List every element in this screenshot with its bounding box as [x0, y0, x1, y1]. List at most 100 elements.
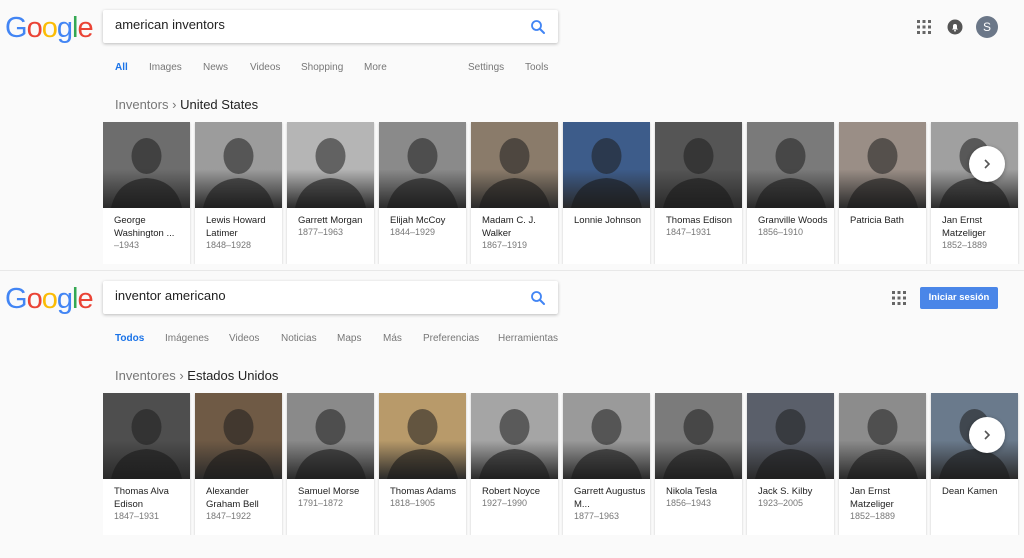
search-icon[interactable] [530, 290, 546, 306]
inventor-card[interactable]: George Washington ... –1943 [103, 122, 190, 264]
search-box[interactable] [103, 281, 558, 314]
inventor-card[interactable]: Elijah McCoy 1844–1929 [379, 122, 466, 264]
portrait-silhouette-icon [479, 138, 550, 208]
inventor-photo [287, 393, 374, 479]
inventor-photo [195, 393, 282, 479]
inventor-card[interactable]: Lonnie Johnson [563, 122, 650, 264]
breadcrumb-parent[interactable]: Inventores [115, 368, 176, 383]
tab-all[interactable]: Todos [115, 333, 144, 344]
portrait-silhouette-icon [847, 409, 918, 479]
signin-button[interactable]: Iniciar sesión [920, 287, 998, 309]
inventor-years: 1856–1943 [666, 498, 712, 508]
inventor-card[interactable]: Madam C. J. Walker 1867–1919 [471, 122, 558, 264]
carousel-next-button[interactable] [969, 146, 1005, 182]
inventor-name: Elijah McCoy [390, 215, 446, 226]
inventor-card[interactable]: Garrett Morgan 1877–1963 [287, 122, 374, 264]
inventor-years: 1848–1928 [206, 240, 252, 250]
inventor-photo [655, 393, 742, 479]
apps-grid-icon[interactable] [892, 291, 906, 305]
tab-more[interactable]: Más [383, 333, 402, 344]
inventor-card[interactable]: Jack S. Kilby 1923–2005 [747, 393, 834, 535]
portrait-silhouette-icon [295, 409, 366, 479]
tab-all[interactable]: All [115, 62, 128, 73]
search-input[interactable] [115, 288, 515, 303]
search-results-english: Google S All Images News Videos Shopping… [0, 0, 1024, 270]
apps-grid-icon[interactable] [917, 20, 931, 34]
notifications-icon[interactable] [947, 19, 963, 35]
tab-shopping[interactable]: Shopping [301, 62, 343, 73]
inventor-card[interactable]: Lewis Howard Latimer 1848–1928 [195, 122, 282, 264]
inventor-photo [379, 122, 466, 208]
inventor-years: 1818–1905 [390, 498, 436, 508]
tab-settings[interactable]: Settings [468, 62, 504, 73]
inventor-name: Thomas Adams [390, 486, 456, 497]
inventor-name: Garrett Augustus M... [574, 486, 646, 510]
inventor-name: Garrett Morgan [298, 215, 363, 226]
inventor-photo [471, 122, 558, 208]
inventor-carousel: George Washington ... –1943 Lewis Howard L… [103, 122, 1024, 264]
tab-tools[interactable]: Herramientas [498, 333, 558, 344]
inventor-name: Granville Woods [758, 215, 828, 226]
inventor-photo [655, 122, 742, 208]
inventor-name: Thomas Alva Edison [114, 486, 169, 510]
search-icon[interactable] [530, 19, 546, 35]
tab-news[interactable]: Noticias [281, 333, 317, 344]
tab-tools[interactable]: Tools [525, 62, 548, 73]
tab-settings[interactable]: Preferencias [423, 333, 479, 344]
portrait-silhouette-icon [111, 409, 182, 479]
tab-more[interactable]: More [364, 62, 387, 73]
tab-images[interactable]: Images [149, 62, 182, 73]
inventor-years: 1923–2005 [758, 498, 804, 508]
inventor-photo [379, 393, 466, 479]
portrait-silhouette-icon [479, 409, 550, 479]
inventor-card[interactable]: Garrett Augustus M... 1877–1963 [563, 393, 650, 535]
inventor-name: Alexander Graham Bell [206, 486, 259, 510]
tab-news[interactable]: News [203, 62, 228, 73]
inventor-photo [747, 393, 834, 479]
portrait-silhouette-icon [387, 409, 458, 479]
breadcrumb: Inventores › Estados Unidos [115, 368, 278, 383]
inventor-photo [103, 393, 190, 479]
inventor-card[interactable]: Nikola Tesla 1856–1943 [655, 393, 742, 535]
inventor-years: 1847–1931 [666, 227, 712, 237]
inventor-name: Madam C. J. Walker [482, 215, 536, 239]
inventor-name: Robert Noyce [482, 486, 541, 497]
portrait-silhouette-icon [203, 409, 274, 479]
inventor-years: 1847–1931 [114, 511, 160, 521]
inventor-card[interactable]: Samuel Morse 1791–1872 [287, 393, 374, 535]
inventor-card[interactable]: Robert Noyce 1927–1990 [471, 393, 558, 535]
inventor-years: 1847–1922 [206, 511, 252, 521]
portrait-silhouette-icon [295, 138, 366, 208]
tab-maps[interactable]: Maps [337, 333, 361, 344]
inventor-photo [563, 122, 650, 208]
breadcrumb: Inventors › United States [115, 97, 258, 112]
inventor-card[interactable]: Jan Ernst Matzeliger 1852–1889 [839, 393, 926, 535]
inventor-photo [287, 122, 374, 208]
inventor-years: 1852–1889 [942, 240, 988, 250]
inventor-name: George Washington ... [114, 215, 175, 239]
inventor-photo [471, 393, 558, 479]
inventor-card[interactable]: Thomas Adams 1818–1905 [379, 393, 466, 535]
inventor-card[interactable]: Dean Kamen [931, 393, 1018, 535]
inventor-card[interactable]: Patricia Bath [839, 122, 926, 264]
inventor-card[interactable]: Thomas Alva Edison 1847–1931 [103, 393, 190, 535]
carousel-next-button[interactable] [969, 417, 1005, 453]
inventor-card[interactable]: Alexander Graham Bell 1847–1922 [195, 393, 282, 535]
google-logo[interactable]: Google [5, 12, 94, 45]
google-logo[interactable]: Google [5, 283, 94, 316]
inventor-card[interactable]: Jan Ernst Matzeliger 1852–1889 [931, 122, 1018, 264]
account-avatar[interactable]: S [976, 16, 998, 38]
inventor-photo [103, 122, 190, 208]
inventor-photo [839, 393, 926, 479]
breadcrumb-current: United States [180, 97, 259, 112]
inventor-name: Jack S. Kilby [758, 486, 813, 497]
search-box[interactable] [103, 10, 558, 43]
breadcrumb-parent[interactable]: Inventors [115, 97, 168, 112]
tab-videos[interactable]: Videos [250, 62, 280, 73]
tab-images[interactable]: Imágenes [165, 333, 209, 344]
inventor-card[interactable]: Granville Woods 1856–1910 [747, 122, 834, 264]
tab-videos[interactable]: Videos [229, 333, 259, 344]
search-input[interactable] [115, 17, 515, 32]
portrait-silhouette-icon [755, 138, 826, 208]
inventor-card[interactable]: Thomas Edison 1847–1931 [655, 122, 742, 264]
